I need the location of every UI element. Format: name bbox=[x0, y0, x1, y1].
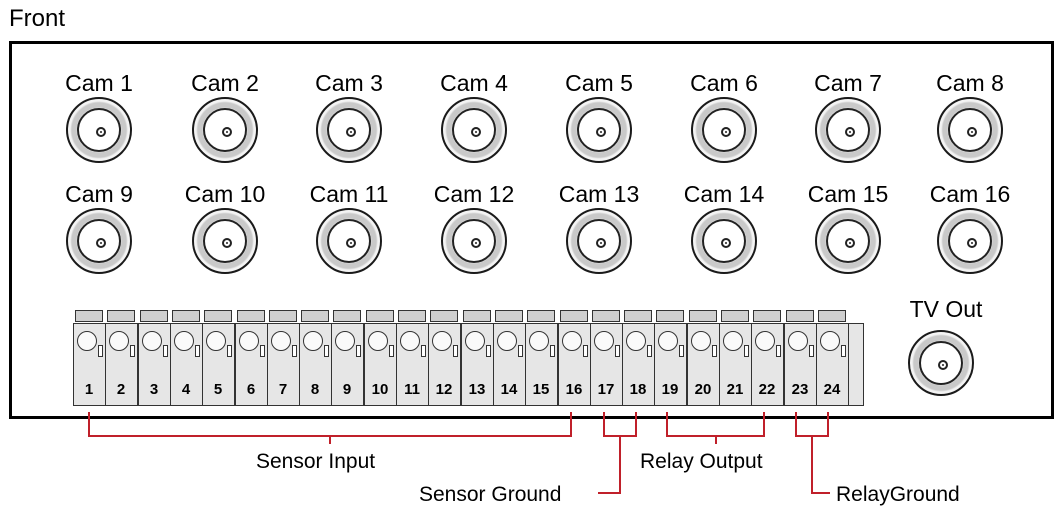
relay-output-bracket bbox=[666, 412, 765, 437]
relay-output-label: Relay Output bbox=[640, 450, 763, 473]
wiring-lines bbox=[88, 412, 830, 494]
relay-ground-leader bbox=[811, 436, 830, 494]
sensor-input-label: Sensor Input bbox=[256, 450, 376, 473]
relay-ground-label: RelayGround bbox=[836, 483, 960, 506]
sensor-input-bracket bbox=[88, 412, 572, 437]
sensor-ground-label: Sensor Ground bbox=[419, 483, 562, 506]
relay-ground-bracket bbox=[795, 412, 829, 437]
sensor-ground-leader bbox=[598, 436, 621, 494]
sensor-ground-bracket bbox=[603, 412, 637, 437]
rear-panel-diagram: Front Cam 1 Cam 2 Cam 3 Cam 4 Cam 5 Cam 6 Cam … bbox=[0, 0, 1062, 512]
